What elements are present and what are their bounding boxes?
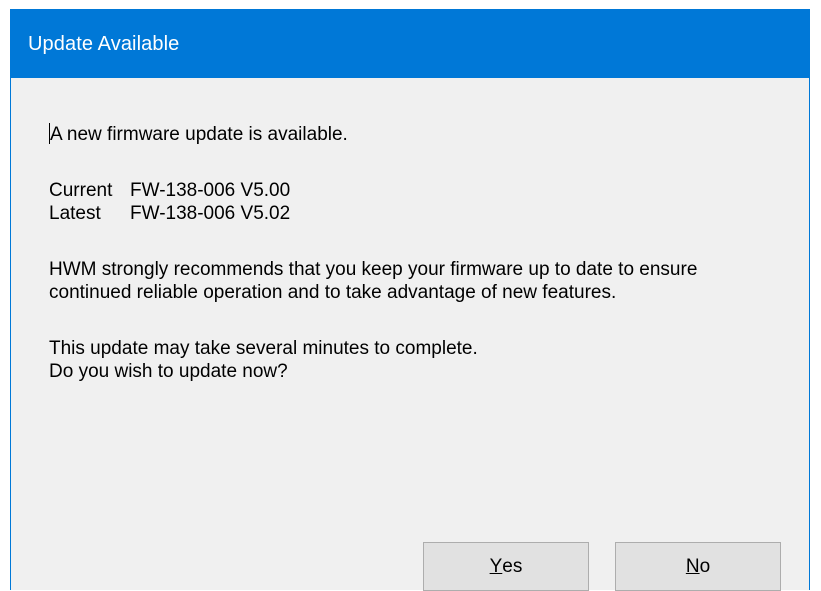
version-info: Current FW-138-006 V5.00 Latest FW-138-0… (49, 179, 769, 225)
no-button[interactable]: No (615, 542, 781, 591)
latest-version-value: FW-138-006 V5.02 (130, 203, 291, 224)
intro-text: A new firmware update is available. (50, 124, 348, 145)
no-label: o (699, 555, 711, 577)
yes-label: es (502, 555, 523, 577)
latest-version-row: Latest FW-138-006 V5.02 (49, 202, 769, 225)
no-mnemonic: N (685, 555, 700, 577)
recommendation-text: HWM strongly recommends that you keep yo… (49, 259, 698, 303)
yes-button[interactable]: Yes (423, 542, 589, 591)
current-version-value: FW-138-006 V5.00 (130, 180, 291, 201)
dialog-title: Update Available (28, 33, 180, 55)
update-dialog: Update Available A new firmware update i… (10, 9, 810, 591)
title-bar[interactable]: Update Available (11, 10, 809, 78)
intro-line: A new firmware update is available. (49, 123, 769, 146)
message-body: A new firmware update is available. Curr… (49, 123, 769, 383)
duration-text: This update may take several minutes to … (49, 338, 478, 359)
latest-label: Latest (49, 203, 101, 224)
update-question: Do you wish to update now? (49, 361, 288, 382)
current-version-row: Current FW-138-006 V5.00 (49, 179, 769, 202)
yes-mnemonic: Y (489, 555, 503, 577)
current-label: Current (49, 180, 113, 201)
